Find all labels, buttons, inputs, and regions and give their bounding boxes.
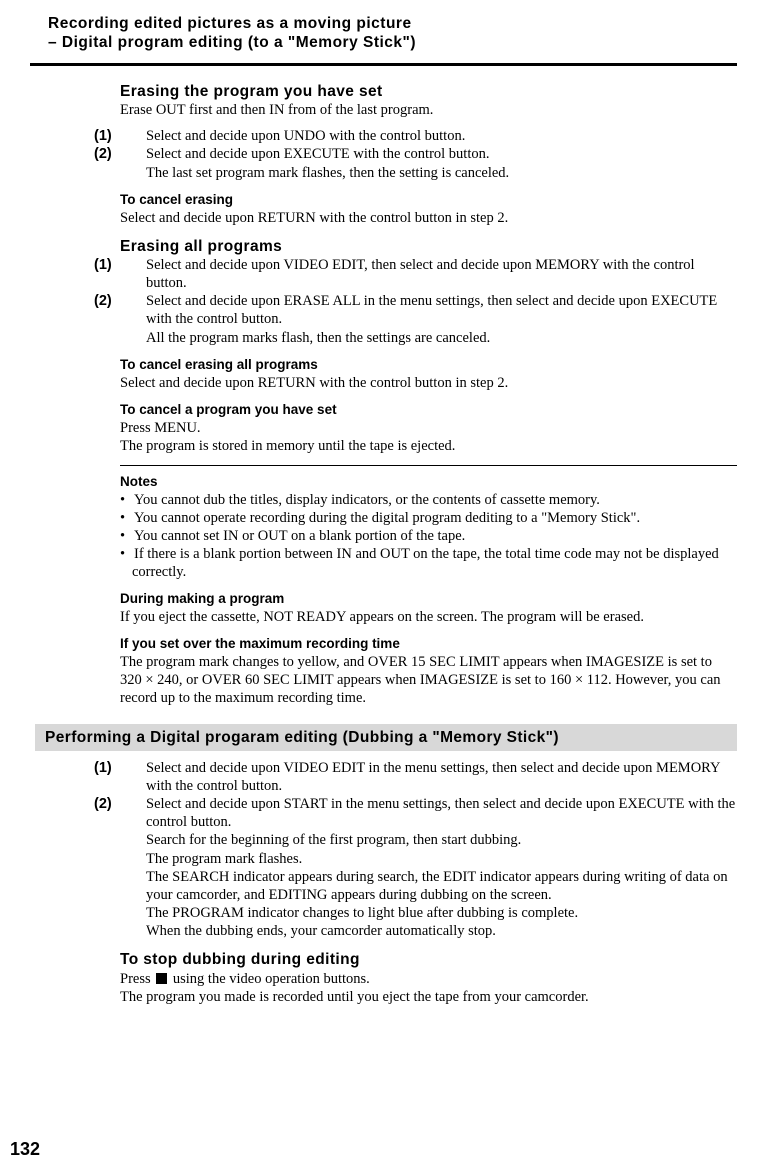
heading-cancel-program-set: To cancel a program you have set <box>120 402 737 419</box>
during-making-body: If you eject the cassette, NOT READY app… <box>120 608 737 626</box>
content-area: Erasing the program you have set Erase O… <box>120 82 737 1006</box>
step-item: (1)Select and decide upon VIDEO EDIT in … <box>120 759 737 795</box>
heading-stop-dubbing: To stop dubbing during editing <box>120 950 737 969</box>
note-item: You cannot set IN or OUT on a blank port… <box>120 527 737 545</box>
step-followup: The last set program mark flashes, then … <box>120 164 737 182</box>
step-text: Select and decide upon START in the menu… <box>146 796 735 830</box>
title-line1: Recording edited pictures as a moving pi… <box>48 15 412 32</box>
page-title: Recording edited pictures as a moving pi… <box>48 14 737 53</box>
note-item: You cannot operate recording during the … <box>120 509 737 527</box>
step-number: (1) <box>120 759 146 777</box>
erasing-intro: Erase OUT first and then IN from of the … <box>120 101 737 119</box>
step-item: (2)Select and decide upon ERASE ALL in t… <box>120 292 737 328</box>
note-item: If there is a blank portion between IN a… <box>120 545 737 581</box>
step-followup: Search for the beginning of the first pr… <box>120 831 737 849</box>
section-bar-perform-editing: Performing a Digital progaram editing (D… <box>35 724 737 751</box>
stop-icon <box>156 973 167 984</box>
step-text: Select and decide upon VIDEO EDIT in the… <box>146 760 720 794</box>
step-followup: The SEARCH indicator appears during sear… <box>120 868 737 904</box>
cancel-erasing-all-body: Select and decide upon RETURN with the c… <box>120 374 737 392</box>
notes-rule <box>120 465 737 466</box>
step-followup: The PROGRAM indicator changes to light b… <box>120 904 737 922</box>
heading-notes: Notes <box>120 474 737 491</box>
note-item: You cannot dub the titles, display indic… <box>120 491 737 509</box>
step-number: (1) <box>120 127 146 145</box>
step-number: (2) <box>120 795 146 813</box>
step-number: (2) <box>120 145 146 163</box>
heading-erasing-all: Erasing all programs <box>120 237 737 256</box>
heading-cancel-erasing: To cancel erasing <box>120 192 737 209</box>
step-followup: All the program marks flash, then the se… <box>120 329 737 347</box>
heading-erasing-program: Erasing the program you have set <box>120 82 737 101</box>
title-line2: – Digital program editing (to a "Memory … <box>48 34 416 51</box>
stop-text-a: Press <box>120 971 154 987</box>
page-number: 132 <box>10 1138 40 1161</box>
cancel-program-line2: The program is stored in memory until th… <box>120 437 737 455</box>
heading-during-making: During making a program <box>120 591 737 608</box>
stop-text-b: using the video operation buttons. <box>169 971 370 987</box>
step-text: Select and decide upon VIDEO EDIT, then … <box>146 257 695 291</box>
title-rule <box>30 63 737 66</box>
over-max-time-body: The program mark changes to yellow, and … <box>120 653 737 707</box>
cancel-program-line1: Press MENU. <box>120 419 737 437</box>
heading-over-max-time: If you set over the maximum recording ti… <box>120 636 737 653</box>
step-text: Select and decide upon ERASE ALL in the … <box>146 293 717 327</box>
step-text: Select and decide upon UNDO with the con… <box>146 128 465 144</box>
cancel-erasing-body: Select and decide upon RETURN with the c… <box>120 209 737 227</box>
stop-dubbing-line1: Press using the video operation buttons. <box>120 970 737 988</box>
step-item: (2)Select and decide upon START in the m… <box>120 795 737 831</box>
step-item: (2)Select and decide upon EXECUTE with t… <box>120 145 737 163</box>
step-number: (1) <box>120 256 146 274</box>
step-followup: The program mark flashes. <box>120 850 737 868</box>
step-number: (2) <box>120 292 146 310</box>
stop-dubbing-line2: The program you made is recorded until y… <box>120 988 737 1006</box>
heading-cancel-erasing-all: To cancel erasing all programs <box>120 357 737 374</box>
step-item: (1)Select and decide upon UNDO with the … <box>120 127 737 145</box>
step-text: Select and decide upon EXECUTE with the … <box>146 146 490 162</box>
step-followup: When the dubbing ends, your camcorder au… <box>120 922 737 940</box>
step-item: (1)Select and decide upon VIDEO EDIT, th… <box>120 256 737 292</box>
